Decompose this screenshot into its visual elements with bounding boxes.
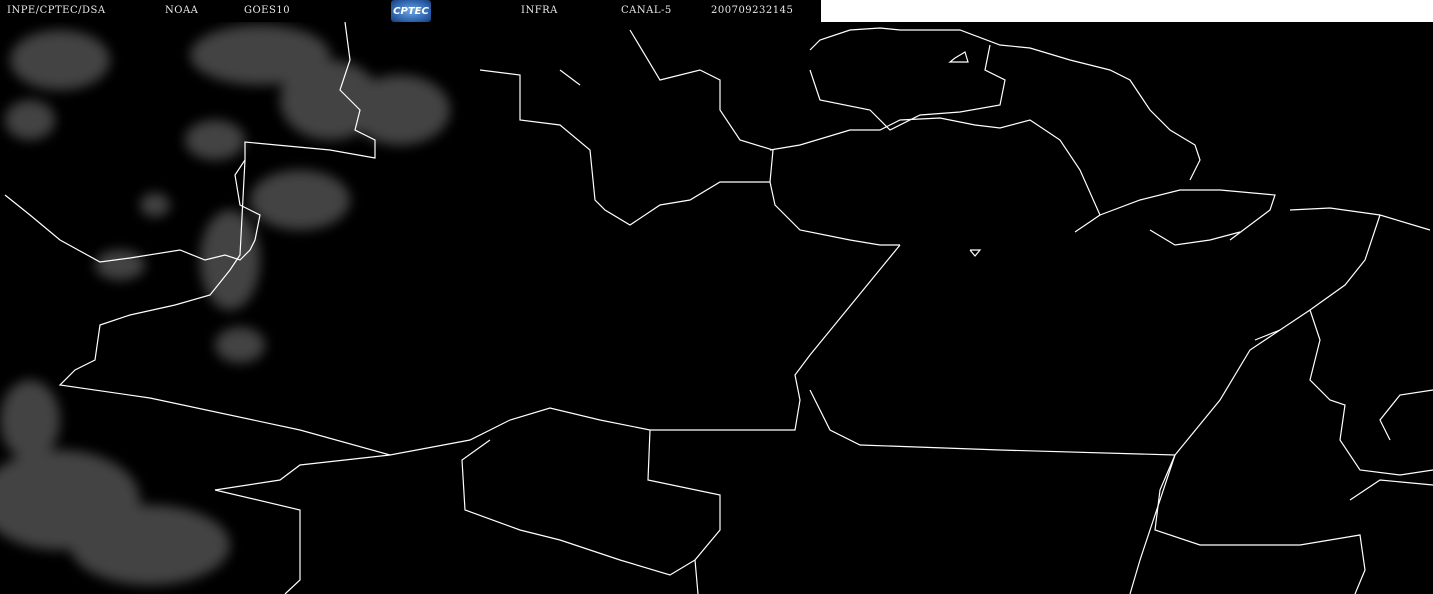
channel-label: CANAL-5 <box>621 5 672 16</box>
image-header-bar: INPE/CPTEC/DSA NOAA GOES10 CPTEC INFRA C… <box>0 0 821 22</box>
logo-text: CPTEC <box>393 5 429 17</box>
band-label: INFRA <box>521 5 558 16</box>
institution-label: INPE/CPTEC/DSA <box>7 5 106 16</box>
header-blank-area <box>821 0 1433 22</box>
political-borders <box>4 22 1433 594</box>
timestamp-label: 200709232145 <box>711 5 794 16</box>
agency-label: NOAA <box>165 5 199 16</box>
satellite-label: GOES10 <box>244 5 291 16</box>
satellite-image-viewer: INPE/CPTEC/DSA NOAA GOES10 CPTEC INFRA C… <box>0 0 1433 594</box>
cptec-logo: CPTEC <box>391 0 431 22</box>
infrared-satellite-map <box>0 22 1433 594</box>
cloud-cover <box>0 25 450 585</box>
